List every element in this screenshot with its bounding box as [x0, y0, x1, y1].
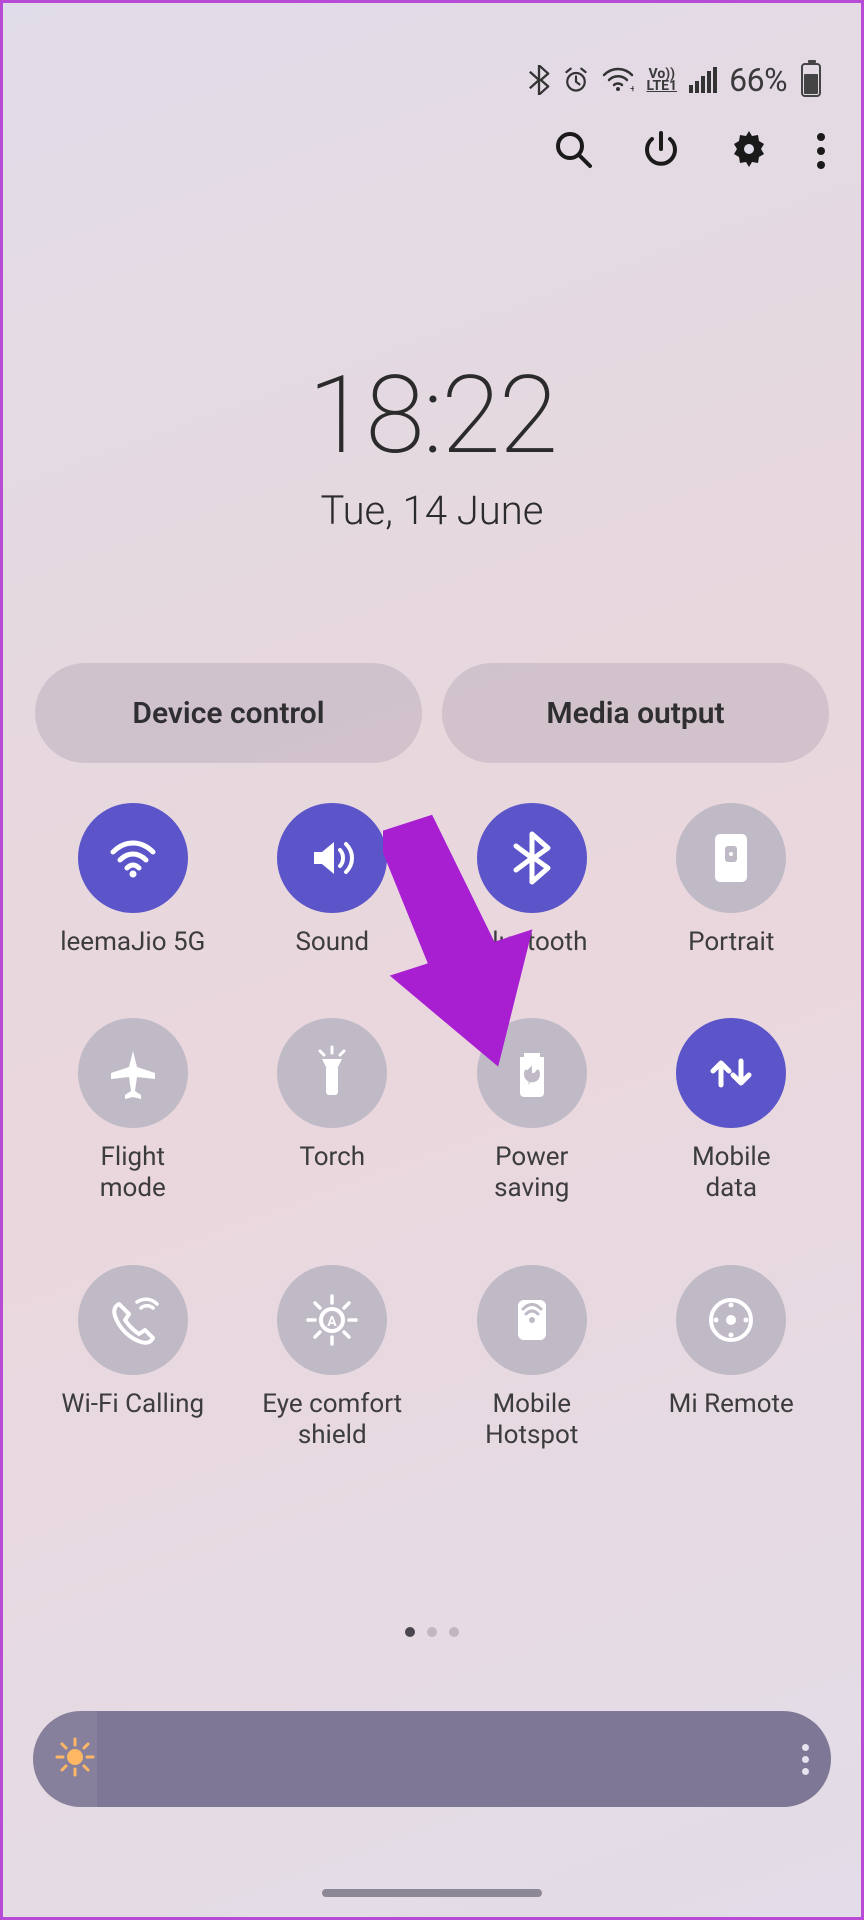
remote-icon: [676, 1265, 786, 1375]
tile-label: leemaJio 5G: [60, 927, 205, 958]
tile-wifi-calling[interactable]: Wi-Fi Calling: [43, 1265, 223, 1451]
device-control-button[interactable]: Device control: [35, 663, 422, 763]
tile-bluetooth[interactable]: Bluetooth: [442, 803, 622, 958]
tile-label: Bluetooth: [476, 927, 587, 958]
clock-time: 18:22: [3, 353, 861, 479]
status-bar: + Vo)) LTE1 66%: [528, 61, 821, 99]
signal-icon: [689, 67, 717, 93]
smart-buttons-row: Device control Media output: [35, 663, 829, 763]
quick-settings-grid: leemaJio 5G Sound Bluetooth Portrait Flight …: [43, 803, 821, 1451]
tile-label: Wi-Fi Calling: [61, 1389, 204, 1420]
svg-text:A: A: [328, 1314, 338, 1330]
tile-sound[interactable]: Sound: [243, 803, 423, 958]
clock-date: Tue, 14 June: [3, 487, 861, 534]
panel-actions: [553, 129, 825, 173]
alarm-icon: [562, 66, 590, 94]
pager-dot[interactable]: [427, 1627, 437, 1637]
portrait-icon: [676, 803, 786, 913]
svg-text:+: +: [630, 84, 634, 93]
power-icon: [641, 129, 681, 169]
tile-label: Eye comfort shield: [262, 1389, 402, 1451]
wifi-icon: [78, 803, 188, 913]
mobile-data-icon: [676, 1018, 786, 1128]
tile-airplane[interactable]: Flight mode: [43, 1018, 223, 1204]
brightness-more-button[interactable]: [802, 1744, 809, 1775]
tile-wifi[interactable]: leemaJio 5G: [43, 803, 223, 958]
battery-icon: [801, 63, 821, 97]
brightness-slider[interactable]: [33, 1711, 831, 1807]
tile-label: Torch: [299, 1142, 365, 1173]
media-output-button[interactable]: Media output: [442, 663, 829, 763]
home-indicator[interactable]: [322, 1889, 542, 1897]
pager-dots[interactable]: [3, 1627, 861, 1637]
airplane-icon: [78, 1018, 188, 1128]
tile-torch[interactable]: Torch: [243, 1018, 423, 1204]
tile-label: Mobile data: [692, 1142, 771, 1204]
power-button[interactable]: [641, 129, 681, 173]
gear-icon: [729, 129, 769, 169]
pager-dot[interactable]: [449, 1627, 459, 1637]
pager-dot[interactable]: [405, 1627, 415, 1637]
wifi-status-icon: +: [602, 67, 634, 93]
tile-eye-comfort[interactable]: A Eye comfort shield: [243, 1265, 423, 1451]
bluetooth-icon: [477, 803, 587, 913]
lte-badge: Vo)) LTE1: [646, 68, 677, 93]
search-icon: [553, 129, 593, 169]
tile-hotspot[interactable]: Mobile Hotspot: [442, 1265, 622, 1451]
bluetooth-icon: [528, 65, 550, 95]
battery-percent: 66%: [729, 61, 787, 99]
tile-mobile-data[interactable]: Mobile data: [642, 1018, 822, 1204]
power-saving-icon: [477, 1018, 587, 1128]
tile-label: Sound: [295, 927, 369, 958]
tile-remote[interactable]: Mi Remote: [642, 1265, 822, 1451]
settings-button[interactable]: [729, 129, 769, 173]
tile-label: Mobile Hotspot: [485, 1389, 578, 1451]
clock: 18:22 Tue, 14 June: [3, 353, 861, 534]
tile-label: Mi Remote: [669, 1389, 794, 1420]
tile-label: Portrait: [688, 927, 774, 958]
tile-portrait[interactable]: Portrait: [642, 803, 822, 958]
tile-label: Flight mode: [100, 1142, 166, 1204]
torch-icon: [277, 1018, 387, 1128]
search-button[interactable]: [553, 129, 593, 173]
more-options-button[interactable]: [817, 133, 825, 169]
wifi-calling-icon: [78, 1265, 188, 1375]
tile-power-saving[interactable]: Power saving: [442, 1018, 622, 1204]
eye-comfort-icon: A: [277, 1265, 387, 1375]
tile-label: Power saving: [494, 1142, 569, 1204]
hotspot-icon: [477, 1265, 587, 1375]
sound-icon: [277, 803, 387, 913]
